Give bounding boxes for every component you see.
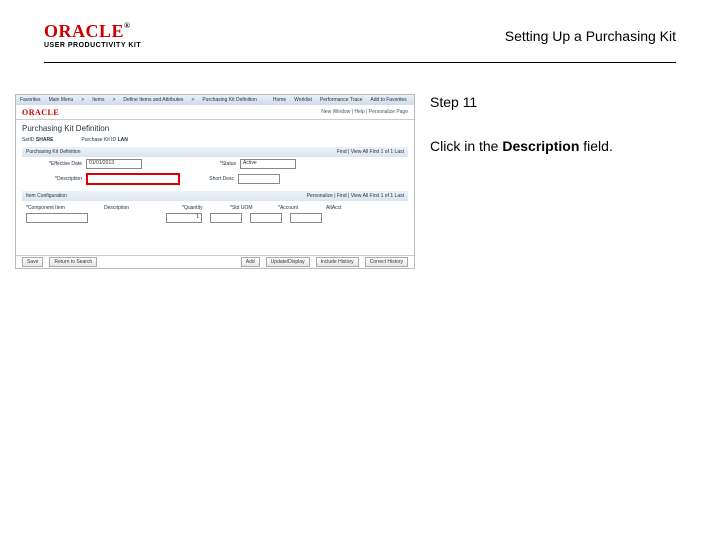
header: ORACLE® USER PRODUCTIVITY KIT Setting Up…	[44, 22, 676, 63]
input-effdate[interactable]: 01/01/2013	[86, 159, 142, 169]
row-description: *Description Short Desc	[16, 171, 414, 187]
col-qty: *Quantity	[178, 203, 226, 213]
instruction-prefix: Click in the	[430, 138, 502, 154]
grid-title-2: Item Configuration	[26, 193, 67, 199]
grid-title-1: Purchasing Kit Definition	[26, 149, 80, 155]
label-kitid: Purchase Kit ID	[81, 137, 116, 143]
input-uom[interactable]	[210, 213, 242, 223]
table-row: 1	[16, 213, 414, 223]
footer-buttons: Save Return to Search Add Update/Display…	[16, 255, 414, 268]
instruction-panel: Step 11 Click in the Description field.	[430, 94, 676, 154]
label-status: *Status	[146, 161, 236, 167]
input-shortdesc[interactable]	[238, 174, 280, 184]
instruction-bold: Description	[502, 138, 579, 154]
section-title: Purchasing Kit Definition	[16, 120, 414, 135]
input-status[interactable]: Active	[240, 159, 296, 169]
top-nav: Favorites Main Menu > Items > Define Ite…	[16, 95, 414, 105]
nav-addfav[interactable]: Add to Favorites	[370, 97, 406, 103]
nav-home[interactable]: Home	[273, 97, 286, 103]
nav-mainmenu[interactable]: Main Menu	[49, 97, 74, 103]
page: ORACLE® USER PRODUCTIVITY KIT Setting Up…	[0, 0, 720, 540]
save-button[interactable]: Save	[22, 257, 43, 267]
nav-perf[interactable]: Performance Trace	[320, 97, 363, 103]
value-setid: SHARE	[36, 137, 54, 143]
label-setid: SetID	[22, 137, 35, 143]
logo: ORACLE® USER PRODUCTIVITY KIT	[44, 22, 141, 49]
add-button[interactable]: Add	[241, 257, 260, 267]
return-button[interactable]: Return to Search	[49, 257, 97, 267]
col-altacct: AltAcct	[322, 203, 370, 213]
value-kitid: LAN	[118, 137, 128, 143]
key-row: SetID SHARE Purchase Kit ID LAN	[16, 135, 414, 145]
nav-favorites[interactable]: Favorites	[20, 97, 41, 103]
logo-brand-text: ORACLE	[44, 21, 124, 41]
input-description[interactable]	[86, 173, 180, 185]
app-screenshot: Favorites Main Menu > Items > Define Ite…	[15, 94, 415, 269]
col-acct: *Account	[274, 203, 322, 213]
logo-brand: ORACLE®	[44, 22, 141, 40]
oracle-bar-brand: ORACLE	[22, 108, 59, 117]
logo-subbrand: USER PRODUCTIVITY KIT	[44, 42, 141, 49]
grid-nav-2[interactable]: Personalize | Find | View All First 1 of…	[307, 193, 404, 199]
nav-items[interactable]: Items	[92, 97, 104, 103]
col-component: *Component Item	[22, 203, 100, 213]
label-shortdesc: Short Desc	[184, 176, 234, 182]
input-component[interactable]	[26, 213, 88, 223]
include-history-button[interactable]: Include History	[316, 257, 359, 267]
grid-nav-1[interactable]: Find | View All First 1 of 1 Last	[337, 149, 404, 155]
instruction-suffix: field.	[579, 138, 612, 154]
nav-worklist[interactable]: Worklist	[294, 97, 312, 103]
input-qty[interactable]: 1	[166, 213, 202, 223]
trademark: ®	[124, 21, 130, 30]
label-effdate: *Effective Date	[22, 161, 82, 167]
correct-history-button[interactable]: Correct History	[365, 257, 408, 267]
page-title: Setting Up a Purchasing Kit	[505, 22, 676, 44]
table-head: *Component Item Description *Quantity *S…	[16, 201, 414, 213]
oracle-bar: ORACLE New Window | Help | Personalize P…	[16, 105, 414, 120]
grid-header-2: Item Configuration Personalize | Find | …	[22, 191, 408, 201]
input-altacct[interactable]	[290, 213, 322, 223]
step-label: Step 11	[430, 94, 676, 110]
grid-header-1: Purchasing Kit Definition Find | View Al…	[22, 147, 408, 157]
instruction-text: Click in the Description field.	[430, 138, 676, 154]
col-uom: *Std UOM	[226, 203, 274, 213]
nav-pkd[interactable]: Purchasing Kit Definition	[202, 97, 256, 103]
label-description: *Description	[22, 176, 82, 182]
row-effdate: *Effective Date 01/01/2013 *Status Activ…	[16, 157, 414, 171]
update-button[interactable]: Update/Display	[266, 257, 310, 267]
col-desc: Description	[100, 203, 178, 213]
oracle-bar-links[interactable]: New Window | Help | Personalize Page	[321, 109, 408, 115]
nav-define[interactable]: Define Items and Attributes	[123, 97, 183, 103]
input-acct[interactable]	[250, 213, 282, 223]
